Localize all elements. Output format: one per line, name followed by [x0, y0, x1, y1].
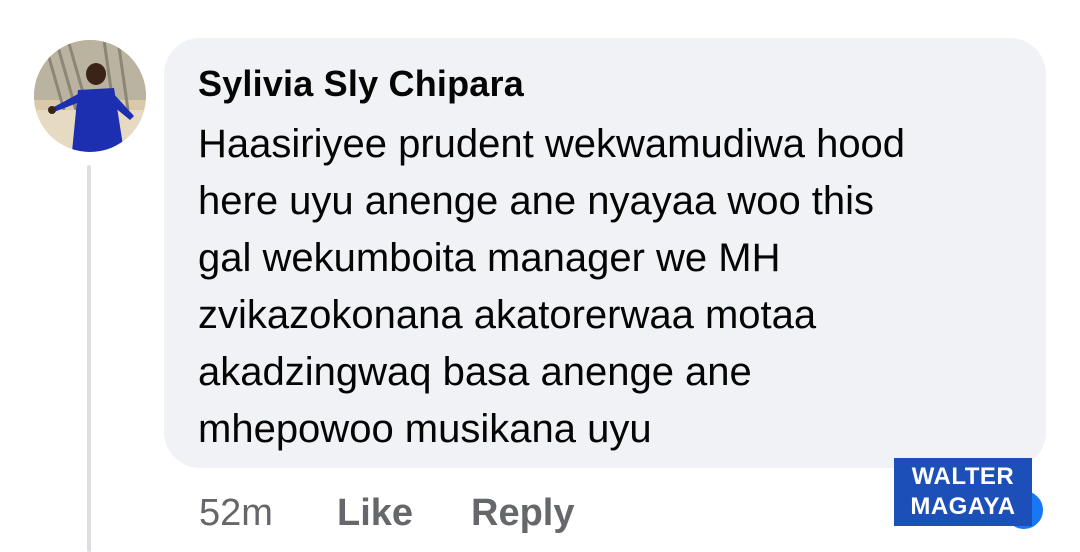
comment-text-line: gal wekumboita manager we MH [198, 236, 781, 280]
reply-button[interactable]: Reply [471, 488, 574, 538]
watermark-logo: WALTER MAGAYA [894, 458, 1032, 526]
comment-text-line: akadzingwaq basa anenge ane [198, 350, 752, 394]
watermark-line-1: WALTER [911, 463, 1015, 490]
like-button[interactable]: Like [337, 488, 413, 538]
comment-text-line: mhepowoo musikana uyu [198, 407, 652, 451]
thread-line [87, 165, 91, 552]
comment-text: Haasiriyee prudent wekwamudiwa hood here… [198, 116, 1018, 458]
comment-text-line: here uyu anenge ane nyayaa woo this [198, 179, 875, 223]
comment-text-line: zvikazokonana akatorerwaa motaa [198, 293, 817, 337]
comment-timestamp[interactable]: 52m [199, 488, 273, 538]
comment-author[interactable]: Sylivia Sly Chipara [198, 62, 1046, 106]
avatar[interactable] [34, 40, 146, 152]
comment-bubble: Sylivia Sly Chipara Haasiriyee prudent w… [164, 38, 1046, 468]
watermark-line-2: MAGAYA [910, 493, 1016, 520]
comment-screenshot: Sylivia Sly Chipara Haasiriyee prudent w… [0, 0, 1080, 552]
comment-text-line: Haasiriyee prudent wekwamudiwa hood [198, 122, 906, 166]
